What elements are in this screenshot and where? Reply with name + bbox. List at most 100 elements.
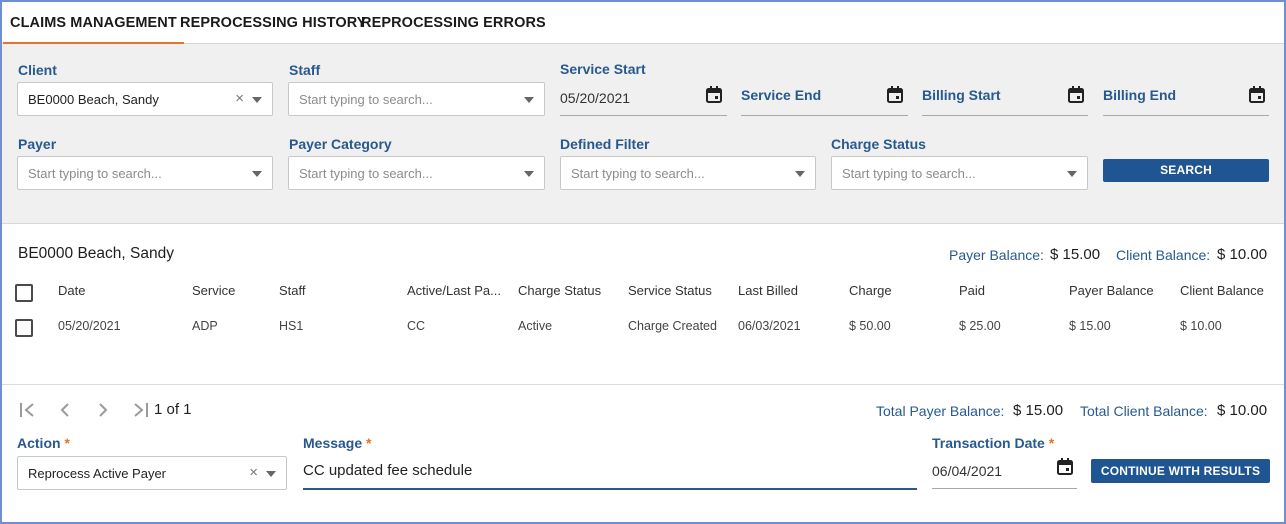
payer-select[interactable]: Start typing to search...	[17, 156, 273, 190]
required-mark: *	[366, 435, 372, 451]
column-header-staff[interactable]: Staff	[279, 283, 306, 298]
transaction-date-label: Transaction Date *	[932, 435, 1054, 451]
payer-balance-value: $ 15.00	[1050, 246, 1101, 263]
action-label-text: Action	[17, 435, 61, 451]
column-header-service-status[interactable]: Service Status	[628, 283, 712, 298]
service-start-underline	[560, 115, 727, 116]
charge-status-placeholder: Start typing to search...	[842, 166, 976, 181]
cell-charge: $ 50.00	[849, 319, 891, 333]
client-label: Client	[18, 62, 57, 78]
billing-start-label[interactable]: Billing Start	[922, 87, 1001, 103]
filter-panel: Client Staff Service Start BE0000 Beach,…	[2, 44, 1284, 224]
cell-active-last-payer: CC	[407, 319, 426, 333]
staff-select[interactable]: Start typing to search...	[288, 82, 545, 116]
defined-filter-placeholder: Start typing to search...	[571, 166, 705, 181]
chevron-down-icon[interactable]	[252, 97, 262, 103]
message-label: Message *	[303, 435, 372, 451]
message-label-text: Message	[303, 435, 363, 451]
chevron-down-icon[interactable]	[266, 471, 276, 477]
cell-staff: HS1	[279, 319, 304, 333]
cell-service: ADP	[192, 319, 218, 333]
chevron-down-icon[interactable]	[1067, 171, 1077, 177]
transaction-date-underline	[932, 488, 1077, 489]
first-page-icon[interactable]	[19, 403, 36, 417]
cell-service-status: Charge Created	[628, 319, 717, 333]
chevron-down-icon[interactable]	[524, 171, 534, 177]
column-header-paid[interactable]: Paid	[959, 283, 985, 298]
billing-end-underline	[1103, 115, 1269, 116]
cell-client-balance: $ 10.00	[1180, 319, 1222, 333]
billing-start-underline	[922, 115, 1088, 116]
service-end-label[interactable]: Service End	[741, 87, 821, 103]
defined-filter-label: Defined Filter	[560, 136, 650, 152]
message-input-underline	[303, 488, 917, 490]
payer-category-placeholder: Start typing to search...	[299, 166, 433, 181]
payer-select-placeholder: Start typing to search...	[28, 166, 162, 181]
cell-charge-status: Active	[518, 319, 553, 333]
column-header-date[interactable]: Date	[58, 283, 85, 298]
calendar-icon[interactable]	[1068, 86, 1084, 103]
total-payer-balance-label: Total Payer Balance:	[876, 403, 1005, 419]
total-client-balance-label: Total Client Balance:	[1080, 403, 1208, 419]
chevron-down-icon[interactable]	[252, 171, 262, 177]
calendar-icon[interactable]	[1057, 458, 1073, 475]
clear-icon[interactable]: ×	[235, 90, 244, 107]
calendar-icon[interactable]	[706, 86, 722, 103]
column-header-active-last-payer[interactable]: Active/Last Pa...	[407, 283, 501, 298]
tab-reprocessing-history[interactable]: REPROCESSING HISTORY	[180, 15, 367, 31]
total-payer-balance-value: $ 15.00	[1013, 402, 1064, 419]
results-divider	[2, 384, 1284, 385]
client-balance-value: $ 10.00	[1217, 246, 1268, 263]
total-client-balance-value: $ 10.00	[1217, 402, 1268, 419]
calendar-icon[interactable]	[1249, 86, 1265, 103]
select-all-checkbox[interactable]	[15, 284, 33, 302]
chevron-down-icon[interactable]	[524, 97, 534, 103]
charge-status-select[interactable]: Start typing to search...	[831, 156, 1088, 190]
action-label: Action *	[17, 435, 70, 451]
payer-balance-label: Payer Balance:	[949, 247, 1044, 263]
charge-status-label: Charge Status	[831, 136, 926, 152]
search-button[interactable]: SEARCH	[1103, 159, 1269, 182]
tab-claims-management[interactable]: CLAIMS MANAGEMENT	[3, 15, 184, 45]
tab-bar: CLAIMS MANAGEMENT REPROCESSING HISTORY R…	[2, 2, 1284, 45]
action-select[interactable]: Reprocess Active Payer ×	[17, 456, 287, 490]
cell-date: 05/20/2021	[58, 319, 121, 333]
payer-category-label: Payer Category	[289, 136, 392, 152]
message-input[interactable]: CC updated fee schedule	[303, 455, 917, 489]
required-mark: *	[64, 435, 70, 451]
action-select-value: Reprocess Active Payer	[28, 466, 167, 481]
last-page-icon[interactable]	[133, 403, 150, 417]
column-header-service[interactable]: Service	[192, 283, 235, 298]
tab-reprocessing-errors[interactable]: REPROCESSING ERRORS	[361, 15, 546, 31]
next-page-icon[interactable]	[97, 403, 109, 417]
cell-payer-balance: $ 15.00	[1069, 319, 1111, 333]
defined-filter-select[interactable]: Start typing to search...	[560, 156, 816, 190]
result-client-name: BE0000 Beach, Sandy	[18, 245, 174, 262]
service-end-underline	[741, 115, 908, 116]
service-start-input[interactable]: 05/20/2021	[560, 90, 630, 106]
row-checkbox[interactable]	[15, 319, 33, 337]
cell-last-billed: 06/03/2021	[738, 319, 801, 333]
page-indicator: 1 of 1	[154, 401, 192, 418]
column-header-charge-status[interactable]: Charge Status	[518, 283, 601, 298]
client-select[interactable]: BE0000 Beach, Sandy ×	[17, 82, 273, 116]
client-balance-label: Client Balance:	[1116, 247, 1211, 263]
transaction-date-input[interactable]: 06/04/2021	[932, 463, 1002, 479]
column-header-last-billed[interactable]: Last Billed	[738, 283, 798, 298]
calendar-icon[interactable]	[887, 86, 903, 103]
service-start-label: Service Start	[560, 61, 646, 77]
previous-page-icon[interactable]	[59, 403, 71, 417]
chevron-down-icon[interactable]	[795, 171, 805, 177]
column-header-charge[interactable]: Charge	[849, 283, 892, 298]
transaction-date-label-text: Transaction Date	[932, 435, 1045, 451]
continue-with-results-button[interactable]: CONTINUE WITH RESULTS	[1091, 459, 1270, 483]
column-header-payer-balance[interactable]: Payer Balance	[1069, 283, 1154, 298]
client-select-value: BE0000 Beach, Sandy	[28, 92, 159, 107]
staff-select-placeholder: Start typing to search...	[299, 92, 433, 107]
billing-end-label[interactable]: Billing End	[1103, 87, 1176, 103]
clear-icon[interactable]: ×	[249, 464, 258, 481]
staff-label: Staff	[289, 62, 321, 78]
column-header-client-balance[interactable]: Client Balance	[1180, 283, 1264, 298]
payer-category-select[interactable]: Start typing to search...	[288, 156, 545, 190]
cell-paid: $ 25.00	[959, 319, 1001, 333]
